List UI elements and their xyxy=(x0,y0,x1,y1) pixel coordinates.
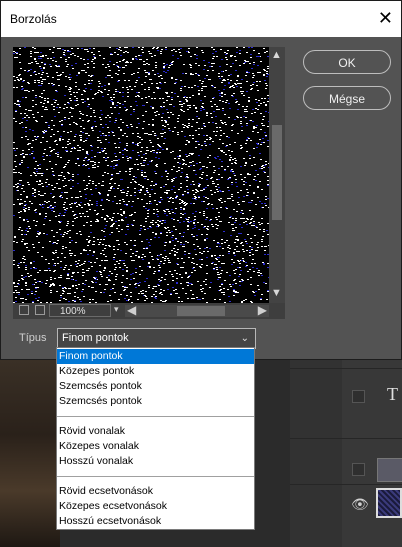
layer-thumbnail-selected[interactable] xyxy=(376,488,402,518)
panel-divider xyxy=(290,368,402,369)
fit-view-icon[interactable] xyxy=(19,305,29,315)
zoom-level[interactable]: 100% xyxy=(49,304,111,317)
panel-divider xyxy=(290,484,402,485)
preview-horizontal-scrollbar[interactable]: ◀ ▶ xyxy=(125,303,269,317)
dropdown-option-kozepes-ecsetvonasok[interactable]: Közepes ecsetvonások xyxy=(57,499,254,514)
text-layer-icon[interactable]: T xyxy=(387,384,398,405)
scroll-up-icon[interactable]: ▲ xyxy=(271,49,282,61)
filter-preview[interactable] xyxy=(13,47,269,303)
dropdown-option-rovid-vonalak[interactable]: Rövid vonalak xyxy=(57,424,254,439)
preview-vertical-scrollbar[interactable]: ▲ ▼ xyxy=(269,47,285,303)
borzolas-dialog: Borzolás ✕ ▲ ▼ 100% ▾ ◀ ▶ OK Mégse Típus… xyxy=(0,0,402,360)
zoom-dropdown-icon[interactable]: ▾ xyxy=(114,304,119,315)
dropdown-option-hosszu-vonalak[interactable]: Hosszú vonalak xyxy=(57,454,254,469)
dropdown-option-hosszu-ecsetvonasok[interactable]: Hosszú ecsetvonások xyxy=(57,514,254,529)
scroll-down-icon[interactable]: ▼ xyxy=(271,287,282,299)
dialog-title: Borzolás xyxy=(10,12,57,26)
dropdown-option-finom-pontok[interactable]: Finom pontok xyxy=(57,349,254,364)
type-select[interactable]: Finom pontok ⌄ xyxy=(57,328,256,349)
panel-divider xyxy=(290,438,402,439)
cancel-button[interactable]: Mégse xyxy=(303,86,391,110)
scroll-left-icon[interactable]: ◀ xyxy=(127,303,136,317)
scroll-right-icon[interactable]: ▶ xyxy=(258,303,267,317)
dropdown-option-szemcses-pontok[interactable]: Szemcsés pontok xyxy=(57,379,254,394)
info-icon[interactable] xyxy=(35,305,45,315)
preview-bottom-bar: 100% ▾ ◀ ▶ xyxy=(13,303,285,319)
vertical-scroll-thumb[interactable] xyxy=(272,125,282,220)
horizontal-scroll-thumb[interactable] xyxy=(177,306,225,316)
type-select-value: Finom pontok xyxy=(62,332,129,344)
dropdown-separator xyxy=(57,476,254,477)
type-dropdown-list: Finom pontok Közepes pontok Szemcsés pon… xyxy=(56,347,255,530)
dropdown-option-kozepes-pontok[interactable]: Közepes pontok xyxy=(57,364,254,379)
layer-thumbnail[interactable] xyxy=(377,458,402,482)
dropdown-option-szemcses-pontok-2[interactable]: Szemcsés pontok xyxy=(57,394,254,409)
dropdown-option-kozepes-vonalak[interactable]: Közepes vonalak xyxy=(57,439,254,454)
dropdown-option-rovid-ecsetvonasok[interactable]: Rövid ecsetvonások xyxy=(57,484,254,499)
ok-button[interactable]: OK xyxy=(303,50,391,74)
eye-icon[interactable]: 👁 xyxy=(351,496,369,513)
layer-visibility-box[interactable] xyxy=(352,390,365,403)
title-bar: Borzolás ✕ xyxy=(1,1,401,37)
type-label: Típus xyxy=(19,332,47,344)
background-canvas-image xyxy=(0,360,60,547)
chevron-down-icon[interactable]: ⌄ xyxy=(241,329,249,348)
dropdown-separator xyxy=(57,416,254,417)
layer-visibility-box[interactable] xyxy=(352,463,365,476)
close-icon[interactable]: ✕ xyxy=(378,7,393,29)
noise-preview-image xyxy=(13,47,269,303)
